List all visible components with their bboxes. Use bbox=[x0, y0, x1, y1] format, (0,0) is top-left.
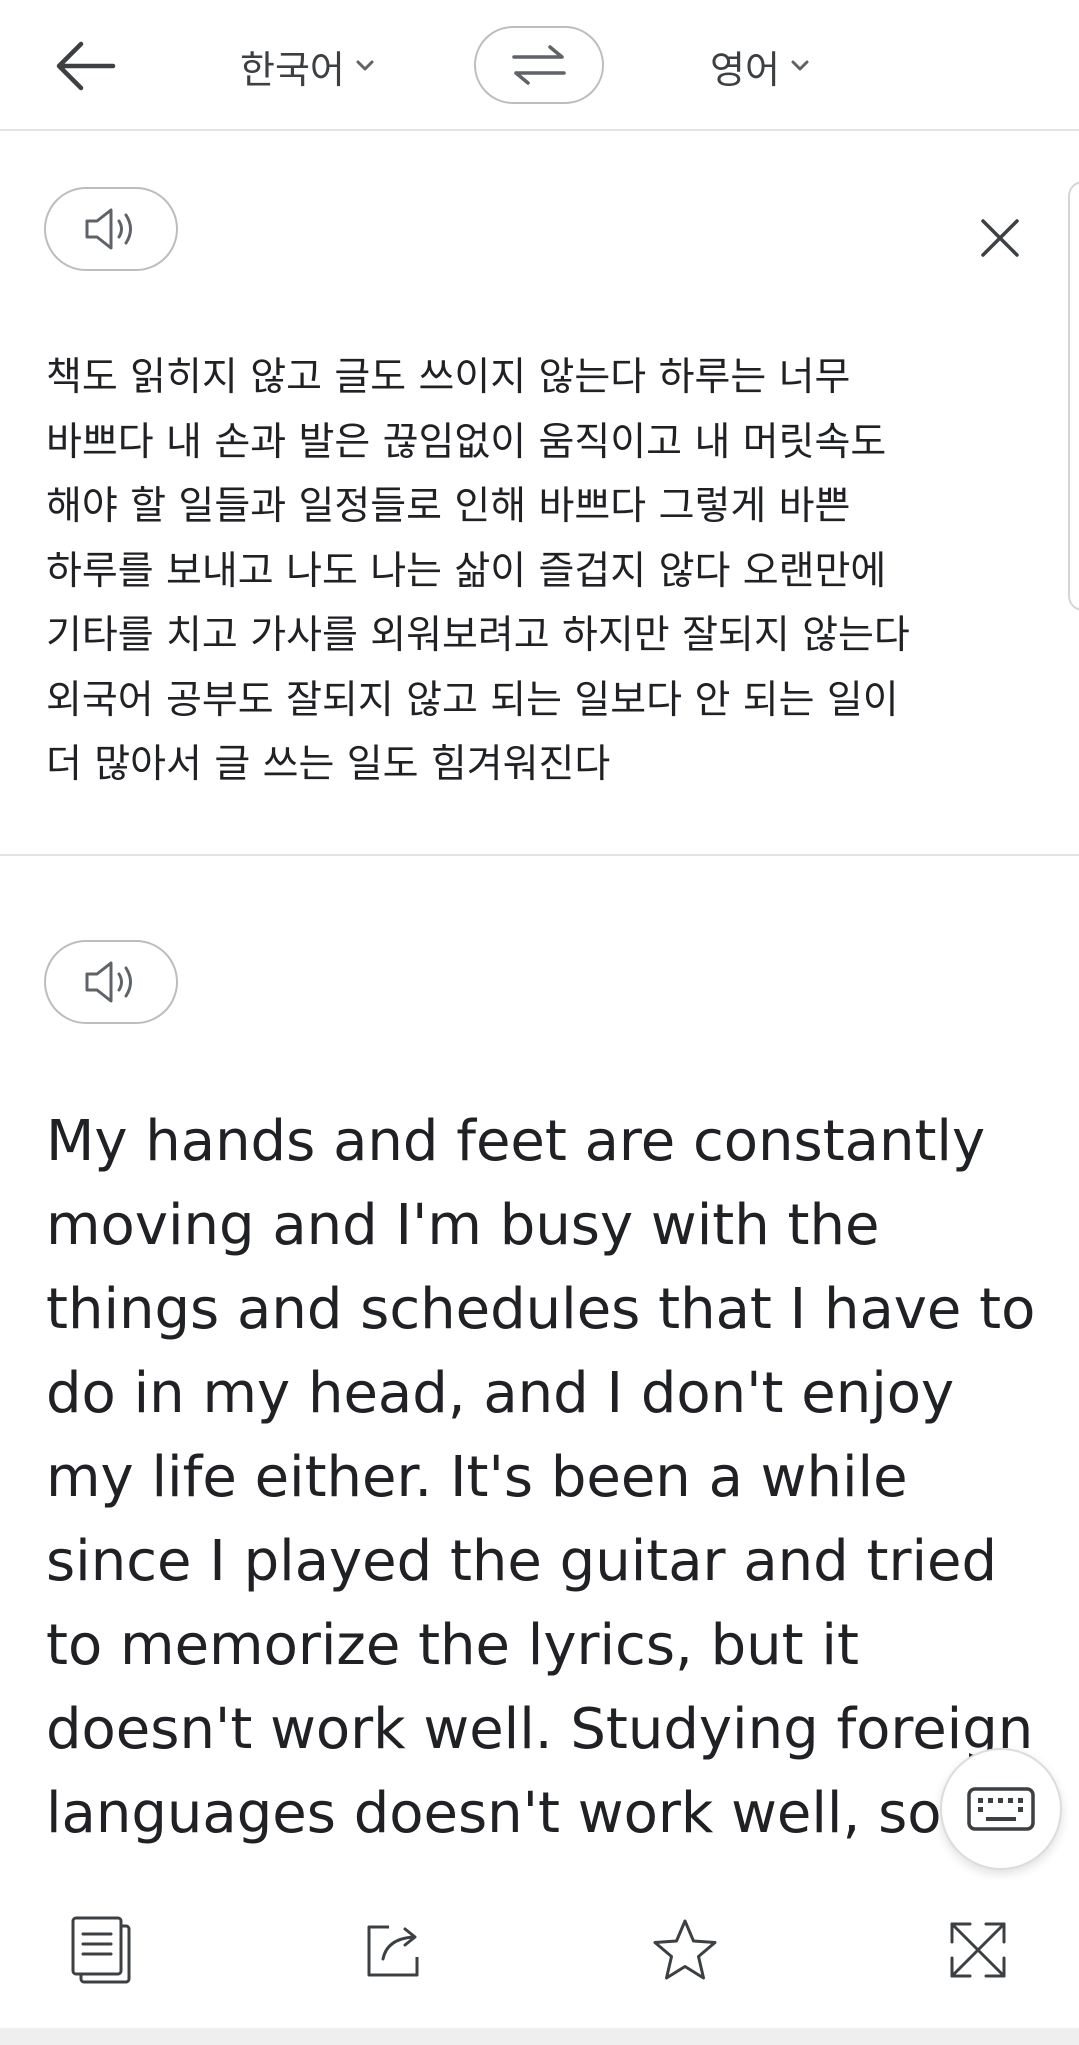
keyboard-button[interactable] bbox=[940, 1748, 1062, 1870]
source-panel: 책도 읽히지 않고 글도 쓰이지 않는다 하루는 너무 바쁘다 내 손과 발은 … bbox=[0, 131, 1079, 856]
expand-icon bbox=[950, 1922, 1006, 1978]
arrow-left-icon bbox=[56, 41, 116, 91]
target-language-label: 영어 bbox=[710, 47, 780, 92]
side-panel-handle[interactable] bbox=[1068, 181, 1079, 611]
source-text[interactable]: 책도 읽히지 않고 글도 쓰이지 않는다 하루는 너무 바쁘다 내 손과 발은 … bbox=[46, 346, 1006, 798]
speaker-icon bbox=[85, 208, 132, 250]
copy-button[interactable] bbox=[54, 1902, 150, 1998]
source-speak-button[interactable] bbox=[44, 187, 178, 271]
source-language-label: 한국어 bbox=[240, 47, 345, 92]
translation-panel: My hands and feet are constantly moving … bbox=[0, 856, 1079, 1856]
translator-screen: 한국어 영어 책도 읽히지 않고 글도 쓰이지 않는다 하루는 너무 바쁘다 내… bbox=[0, 0, 1079, 2045]
chevron-down-icon bbox=[790, 59, 810, 73]
speaker-icon bbox=[85, 961, 132, 1003]
swap-arrows-icon bbox=[512, 45, 566, 85]
favorite-button[interactable] bbox=[637, 1902, 733, 1998]
source-language-selector[interactable]: 한국어 bbox=[240, 30, 375, 102]
copy-icon bbox=[71, 1916, 131, 1984]
translation-speak-button[interactable] bbox=[44, 940, 178, 1024]
keyboard-icon bbox=[967, 1787, 1035, 1831]
share-button[interactable] bbox=[346, 1902, 442, 1998]
fullscreen-button[interactable] bbox=[930, 1902, 1026, 1998]
chevron-down-icon bbox=[355, 59, 375, 73]
bottom-toolbar bbox=[0, 1880, 1079, 2028]
translation-text: My hands and feet are constantly moving … bbox=[46, 1109, 1036, 1846]
clear-text-button[interactable] bbox=[965, 203, 1035, 273]
swap-languages-button[interactable] bbox=[474, 26, 604, 104]
star-icon bbox=[653, 1919, 717, 1980]
target-language-selector[interactable]: 영어 bbox=[710, 30, 810, 102]
system-nav-strip bbox=[0, 2028, 1079, 2045]
close-icon bbox=[981, 219, 1019, 257]
share-icon bbox=[367, 1925, 419, 1977]
top-bar: 한국어 영어 bbox=[0, 0, 1079, 131]
back-button[interactable] bbox=[40, 30, 130, 102]
